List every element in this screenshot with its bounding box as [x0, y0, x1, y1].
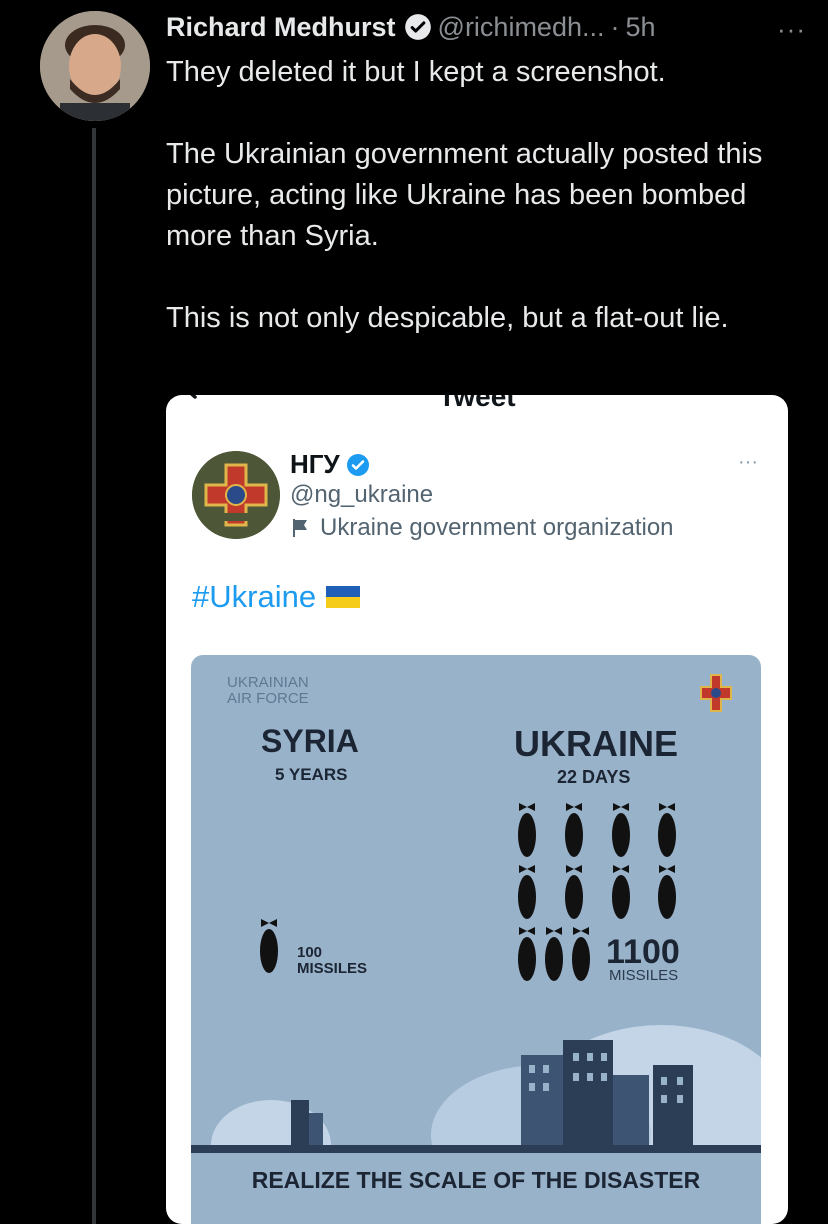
embedded-screenshot[interactable]: Tweet НГУ @ng_ukraine Ukraine government… — [166, 395, 788, 1224]
syria-duration: 5 YEARS — [275, 765, 348, 784]
missile-icon — [518, 865, 536, 919]
missile-icon — [260, 919, 278, 973]
missile-icon — [565, 803, 583, 857]
ngu-emblem-icon — [192, 451, 280, 539]
hashtag-link[interactable]: #Ukraine — [192, 579, 361, 615]
missile-icon — [612, 803, 630, 857]
ngu-org-text: Ukraine government organization — [320, 514, 674, 541]
air-force-line-1: UKRAINIAN — [227, 674, 309, 691]
ngu-more-icon[interactable]: ··· — [738, 451, 758, 474]
ngu-handle[interactable]: @ng_ukraine — [290, 481, 433, 509]
back-arrow-icon — [190, 395, 197, 399]
ngu-org-label: Ukraine government organization — [290, 514, 674, 542]
missile-icon — [658, 803, 676, 857]
missile-icon — [518, 927, 536, 981]
more-icon[interactable]: ··· — [777, 14, 806, 45]
ngu-name-text: НГУ — [290, 449, 340, 479]
tweet-paragraph: They deleted it but I kept a screenshot. — [166, 56, 666, 88]
ngu-emblem-icon — [700, 674, 732, 712]
tweet-text: They deleted it but I kept a screenshot.… — [166, 52, 786, 380]
syria-title: SYRIA — [261, 723, 359, 759]
ukraine-duration: 22 DAYS — [557, 767, 631, 787]
air-force-label: UKRAINIAN AIR FORCE — [227, 675, 309, 707]
missile-icon — [565, 865, 583, 919]
ukraine-flag-icon — [326, 586, 361, 608]
tweet-paragraph: This is not only despicable, but a flat-… — [166, 302, 729, 334]
ngu-account-name[interactable]: НГУ — [290, 449, 370, 480]
tweet-header: Richard Medhurst @richimedh... · 5h ··· — [166, 8, 816, 46]
air-force-line-2: AIR FORCE — [227, 690, 309, 707]
hashtag-text: #Ukraine — [192, 579, 317, 614]
timestamp[interactable]: 5h — [626, 12, 656, 43]
syria-missile-count: 100 — [297, 944, 323, 961]
author-handle[interactable]: @richimedh... — [438, 12, 605, 43]
missile-icon — [572, 927, 590, 981]
screenshot-title: Tweet — [438, 395, 516, 412]
syria-missiles: 100 MISSILES — [297, 945, 367, 977]
separator-dot: · — [610, 11, 620, 42]
verified-badge-icon — [404, 14, 431, 40]
ukraine-missile-label: MISSILES — [609, 967, 679, 984]
syria-missile-label: MISSILES — [297, 960, 368, 977]
infographic-image[interactable]: UKRAINIAN AIR FORCE SYRIA 5 YEARS UKRAIN… — [191, 655, 761, 1224]
infographic-footer: REALIZE THE SCALE OF THE DISASTER — [251, 1167, 701, 1193]
thread-line — [92, 128, 96, 1224]
author-name[interactable]: Richard Medhurst — [166, 12, 396, 43]
ukraine-title: UKRAINE — [514, 723, 679, 764]
author-avatar[interactable] — [40, 11, 150, 121]
missile-icon — [658, 865, 676, 919]
missile-icon — [612, 865, 630, 919]
tweet-paragraph: The Ukrainian government actually posted… — [166, 138, 763, 252]
verified-badge-icon — [346, 453, 369, 476]
missile-icon — [518, 803, 536, 857]
ruins-illustration — [191, 1025, 761, 1165]
screenshot-title-bar: Tweet — [166, 395, 788, 412]
missile-icon — [545, 927, 563, 981]
flag-icon — [293, 519, 307, 537]
